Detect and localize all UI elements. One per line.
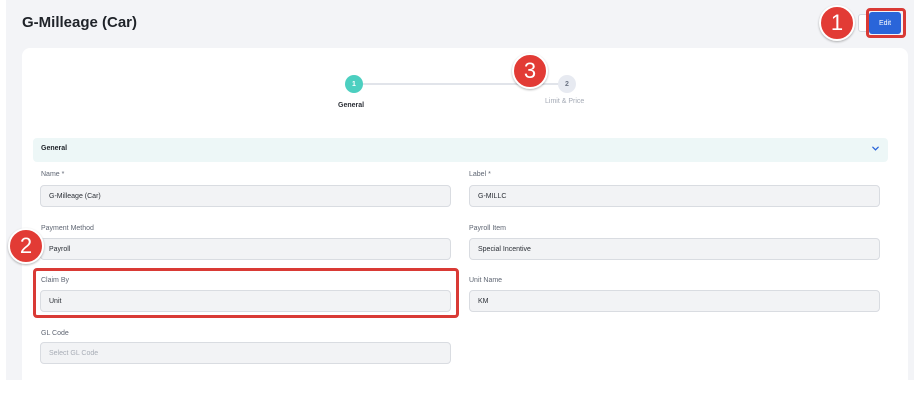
annotation-marker-2: 2 (8, 228, 44, 264)
step-1-label: General (338, 102, 365, 109)
unit-name-field[interactable]: KM (469, 290, 880, 312)
name-label: Name * (41, 171, 65, 178)
step-2-label: Limit & Price (545, 98, 585, 105)
gl-code-select[interactable]: Select GL Code (40, 342, 451, 364)
general-section-header[interactable]: General (33, 138, 888, 162)
gl-code-label: GL Code (41, 330, 69, 337)
payment-method-field[interactable]: Payroll (40, 238, 451, 260)
unit-name-label: Unit Name (469, 277, 503, 284)
chevron-down-icon[interactable] (871, 144, 880, 153)
edit-highlight-box (866, 8, 906, 38)
payroll-item-field[interactable]: Special Incentive (469, 238, 880, 260)
annotation-marker-3: 3 (512, 53, 548, 89)
annotation-marker-1: 1 (819, 5, 855, 41)
section-title: General (41, 145, 68, 152)
form-card (22, 48, 908, 388)
claim-by-highlight-box (33, 268, 459, 318)
page-title: G-Milleage (Car) (22, 14, 138, 31)
label-field[interactable]: G-MILLC (469, 185, 880, 207)
step-1-indicator[interactable]: 1 (345, 75, 363, 93)
step-2-indicator[interactable]: 2 (558, 75, 576, 93)
payment-method-label: Payment Method (41, 225, 94, 232)
payroll-item-label: Payroll Item (469, 225, 506, 232)
name-field[interactable]: G-Milleage (Car) (40, 185, 451, 207)
label-label: Label * (469, 171, 491, 178)
